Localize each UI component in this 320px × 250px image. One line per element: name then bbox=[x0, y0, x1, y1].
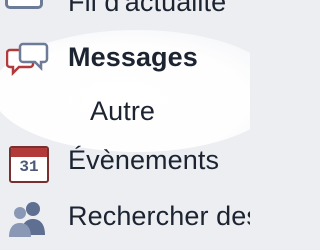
sidebar-item-find-friends[interactable]: Rechercher des amis bbox=[0, 197, 250, 242]
calendar-day-number: 31 bbox=[19, 158, 39, 176]
sidebar-item-label: Messages bbox=[68, 42, 198, 72]
sidebar-menu: Fil d'actualité Messages Autre 31 Évènem… bbox=[0, 0, 250, 250]
sidebar-item-news-feed[interactable]: Fil d'actualité bbox=[0, 0, 250, 20]
sidebar-item-label: Fil d'actualité bbox=[68, 0, 227, 17]
calendar-icon: 31 bbox=[9, 146, 49, 183]
sidebar-item-messages[interactable]: Messages bbox=[0, 38, 250, 82]
news-feed-icon bbox=[5, 0, 43, 9]
sidebar-item-events[interactable]: 31 Évènements bbox=[0, 143, 250, 185]
sidebar-item-label: Évènements bbox=[68, 145, 220, 175]
find-friends-icon bbox=[6, 199, 50, 239]
messages-icon bbox=[5, 40, 50, 80]
sidebar-subitem-other[interactable]: Autre bbox=[0, 88, 250, 130]
sidebar-subitem-label: Autre bbox=[90, 96, 156, 126]
sidebar-item-label: Rechercher des amis bbox=[68, 201, 250, 231]
